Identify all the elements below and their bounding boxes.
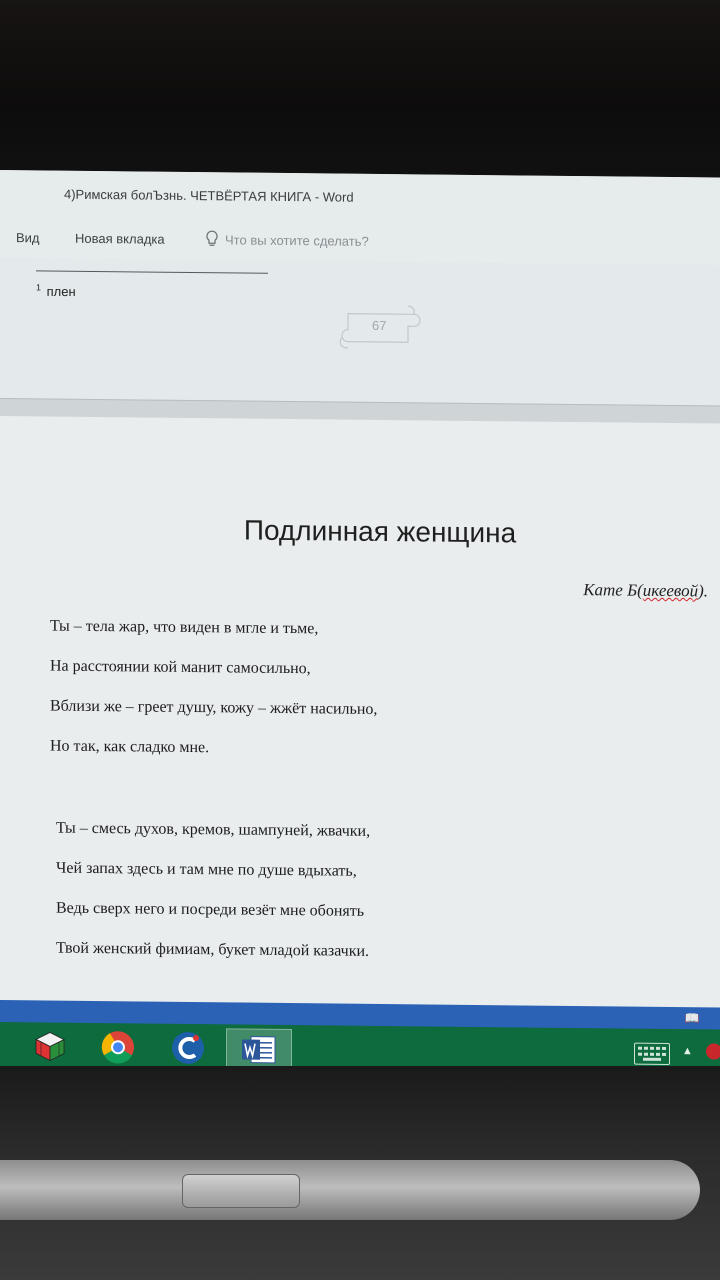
rubiks-cube-icon[interactable]	[32, 1028, 68, 1064]
document-page[interactable]: Подлинная женщина Кате Б(икеевой). Ты – …	[0, 416, 720, 1014]
footnote-text: плен	[46, 283, 76, 300]
lightbulb-icon	[205, 230, 219, 248]
poem-line: Вблизи же – греет душу, кожу – жжёт наси…	[50, 697, 378, 718]
previous-page-bottom: 1 плен 67	[0, 258, 720, 406]
tab-new[interactable]: Новая вкладка	[75, 231, 165, 247]
dedication-misspelled-word: икеевой	[642, 580, 699, 601]
tab-view[interactable]: Вид	[16, 230, 40, 245]
chevron-up-icon[interactable]: ▲	[682, 1045, 693, 1057]
title-bar: 4)Римская болЪзнь. ЧЕТВЁРТАЯ КНИГА - Wor…	[0, 170, 720, 226]
screen: 4)Римская болЪзнь. ЧЕТВЁРТАЯ КНИГА - Wor…	[0, 170, 720, 1078]
laptop-hinge-button	[182, 1174, 300, 1208]
footnote: 1 плен	[36, 282, 76, 299]
stanza-1: Ты – тела жар, что виден в мгле и тьме, …	[50, 617, 377, 780]
footnote-number: 1	[36, 282, 42, 293]
read-mode-icon[interactable]: 📖	[684, 1011, 700, 1025]
poem-line: Твой женский фимиам, букет младой казачк…	[56, 939, 370, 960]
tell-me-text: Что вы хотите сделать?	[225, 231, 369, 249]
word-icon	[242, 1036, 276, 1064]
ccleaner-icon[interactable]	[170, 1030, 206, 1066]
poem-line: Ты – смесь духов, кремов, шампуней, жвач…	[56, 819, 371, 840]
dedication-suffix: ).	[698, 581, 708, 601]
page-number-scroll: 67	[336, 300, 426, 361]
dedication: Кате Б(икеевой).	[583, 580, 708, 601]
poem-line: Чей запах здесь и там мне по душе вдыхат…	[56, 859, 357, 880]
stanza-2: Ты – смесь духов, кремов, шампуней, жвач…	[56, 819, 370, 982]
laptop-bezel-top	[0, 0, 720, 178]
window-title: 4)Римская болЪзнь. ЧЕТВЁРТАЯ КНИГА - Wor…	[64, 186, 354, 205]
poem-line: Ты – тела жар, что виден в мгле и тьме,	[50, 617, 319, 638]
poem-line: Ведь сверх него и посреди везёт мне обон…	[56, 899, 365, 920]
dedication-prefix: Кате Б(	[583, 580, 643, 600]
word-taskbar-button[interactable]	[226, 1028, 292, 1072]
touch-keyboard-icon[interactable]	[634, 1042, 670, 1066]
page-number: 67	[372, 317, 387, 334]
chrome-icon[interactable]	[100, 1029, 136, 1065]
poem-title: Подлинная женщина	[243, 514, 517, 549]
tell-me-box[interactable]: Что вы хотите сделать?	[205, 230, 369, 250]
poem-line: Но так, как сладко мне.	[50, 737, 210, 757]
laptop-hinge	[0, 1160, 700, 1220]
notification-icon[interactable]	[706, 1043, 720, 1060]
footnote-separator	[36, 270, 268, 274]
poem-line: На расстоянии кой манит самосильно,	[50, 657, 311, 678]
